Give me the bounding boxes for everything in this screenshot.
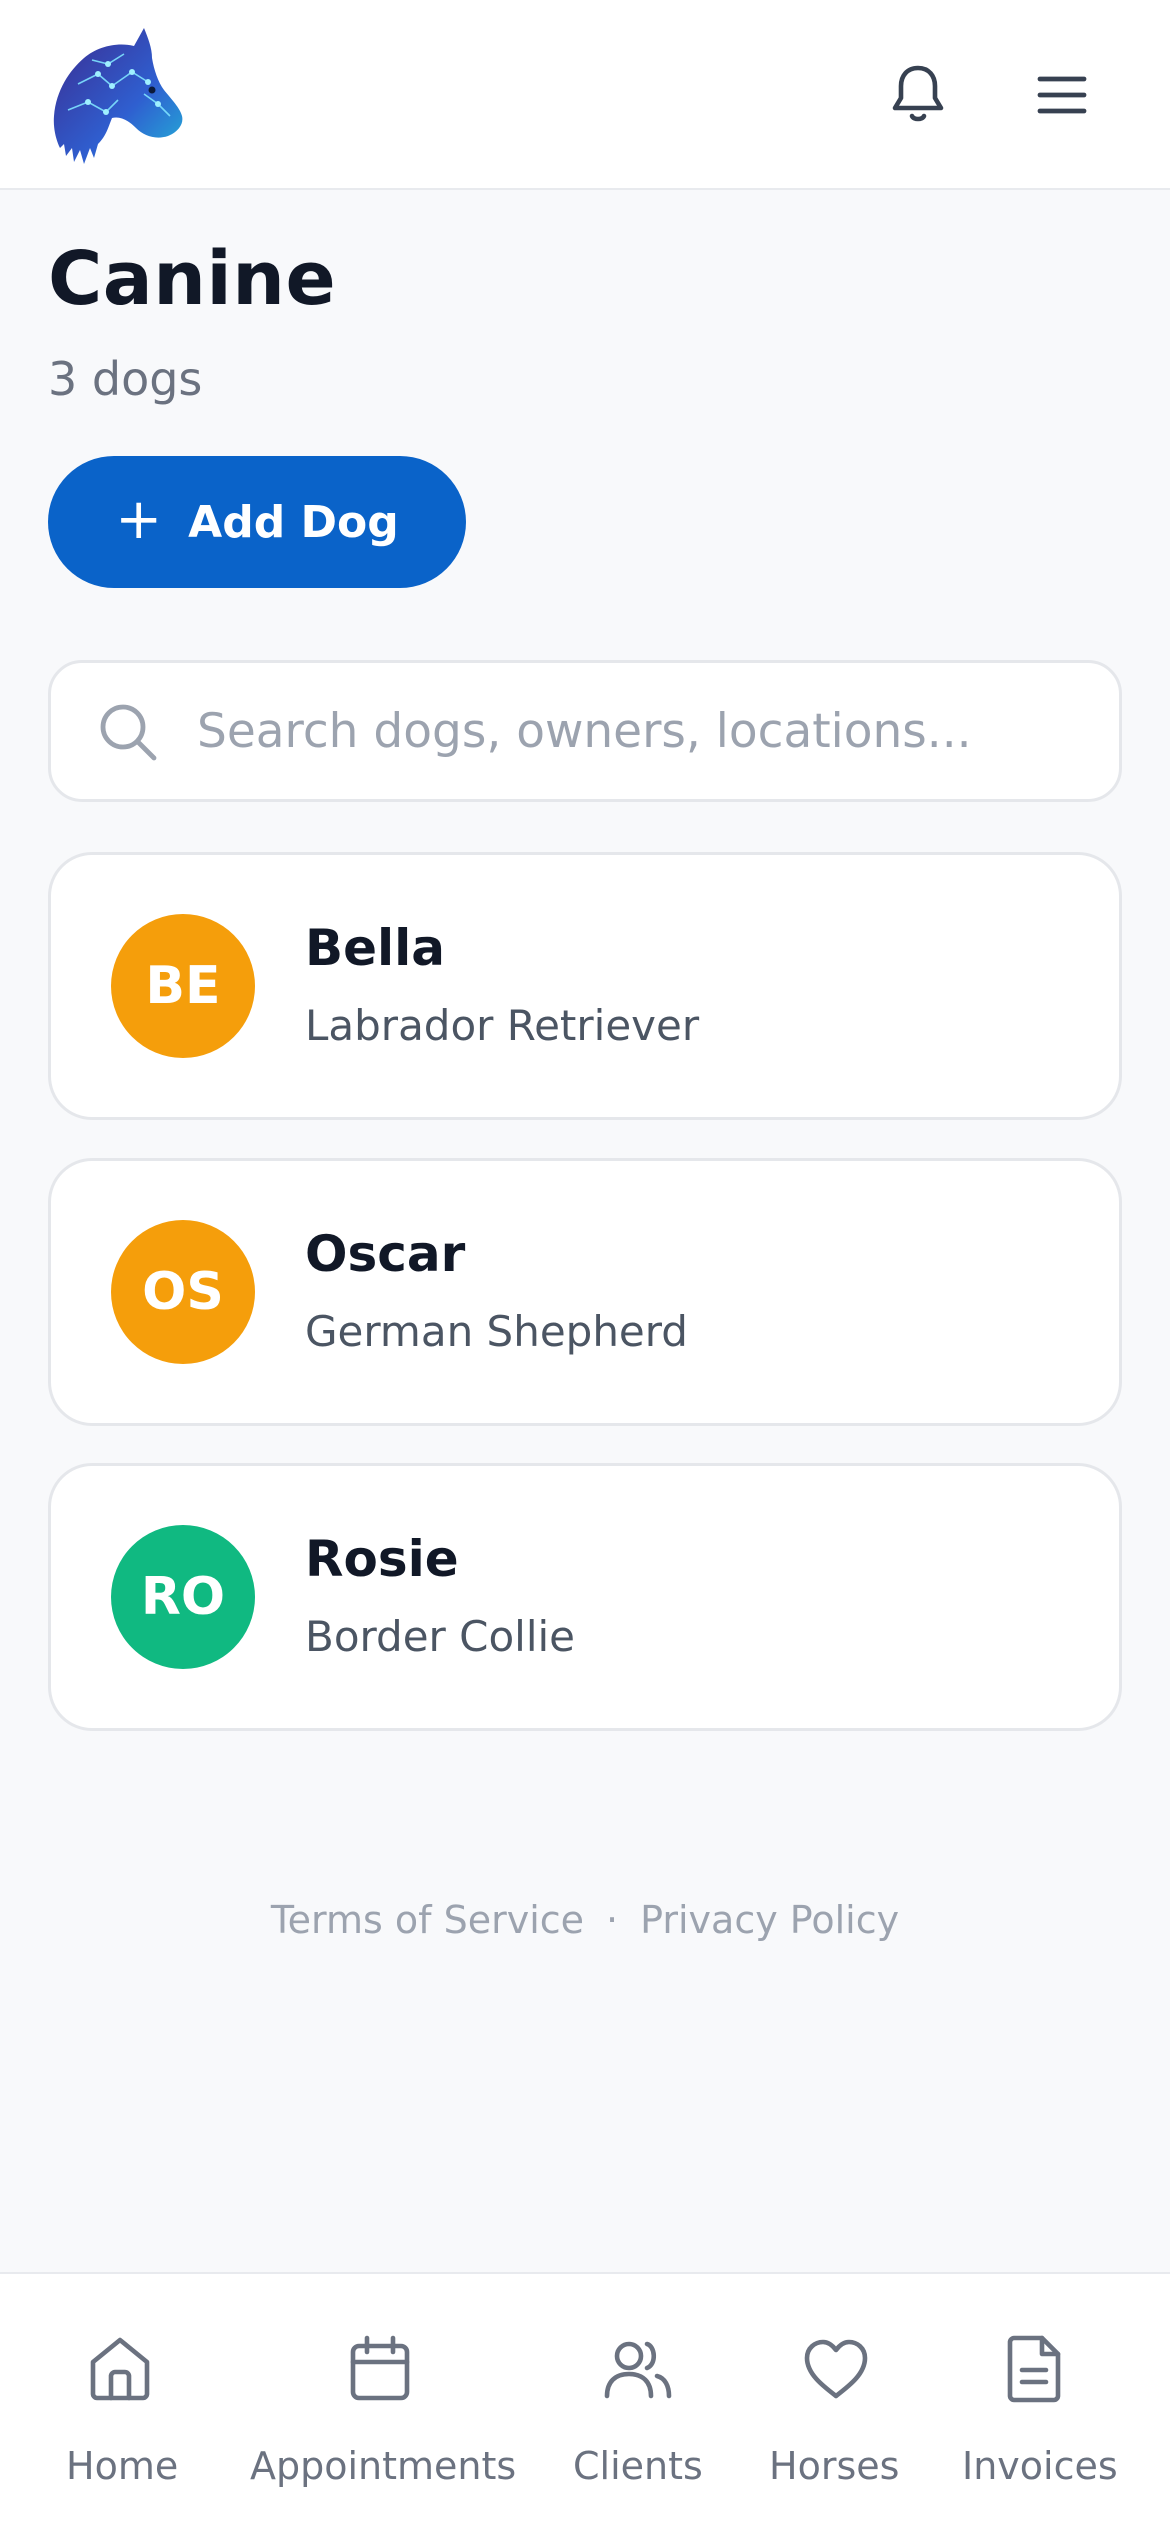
avatar: OS — [111, 1220, 255, 1364]
dog-breed: German Shepherd — [305, 1307, 688, 1356]
home-icon — [90, 2337, 150, 2401]
add-dog-button[interactable]: + Add Dog — [48, 456, 466, 588]
nav-item-horses[interactable]: Horses — [755, 2274, 925, 2532]
dog-card-oscar[interactable]: OS Oscar German Shepherd — [48, 1158, 1122, 1426]
nav-item-home[interactable]: Home — [0, 2274, 240, 2532]
add-dog-label: Add Dog — [188, 496, 399, 548]
heart-icon — [804, 2339, 868, 2399]
search-icon — [100, 704, 157, 761]
dog-card-rosie[interactable]: RO Rosie Border Collie — [48, 1463, 1122, 1731]
dog-name: Bella — [305, 919, 446, 977]
footer-separator: · — [606, 1898, 619, 1942]
dog-count: 3 dogs — [48, 352, 203, 406]
app-root: Canine 3 dogs + Add Dog BE Bella Labrado… — [0, 0, 1170, 2532]
calendar-icon — [350, 2335, 410, 2401]
dog-breed: Labrador Retriever — [305, 1001, 700, 1050]
nav-label: Appointments — [250, 2444, 517, 2488]
dog-breed: Border Collie — [305, 1612, 576, 1661]
nav-label: Home — [66, 2444, 179, 2488]
bottom-nav: Home Appointments Clients Horses Invoice… — [0, 2272, 1170, 2532]
avatar: RO — [111, 1525, 255, 1669]
nav-label: Clients — [573, 2444, 703, 2488]
users-icon — [604, 2341, 672, 2399]
avatar: BE — [111, 914, 255, 1058]
document-icon — [1007, 2335, 1061, 2403]
search-input[interactable] — [197, 685, 1087, 777]
dog-name: Oscar — [305, 1225, 466, 1283]
bell-icon[interactable] — [878, 55, 958, 135]
nav-item-invoices[interactable]: Invoices — [950, 2274, 1150, 2532]
top-header — [0, 0, 1170, 190]
nav-item-appointments[interactable]: Appointments — [240, 2274, 517, 2532]
horse-head-logo-icon[interactable] — [48, 24, 192, 168]
dog-card-bella[interactable]: BE Bella Labrador Retriever — [48, 852, 1122, 1120]
dog-name: Rosie — [305, 1530, 459, 1588]
footer-links: Terms of Service · Privacy Policy — [0, 1898, 1170, 1942]
plus-icon: + — [115, 487, 163, 552]
nav-label: Horses — [769, 2444, 900, 2488]
search-bar — [48, 660, 1122, 802]
hamburger-menu-icon[interactable] — [1022, 55, 1102, 135]
nav-label: Invoices — [962, 2444, 1118, 2488]
nav-item-clients[interactable]: Clients — [555, 2274, 725, 2532]
page-title: Canine — [48, 236, 337, 322]
privacy-policy-link[interactable]: Privacy Policy — [640, 1898, 899, 1942]
terms-of-service-link[interactable]: Terms of Service — [271, 1898, 584, 1942]
